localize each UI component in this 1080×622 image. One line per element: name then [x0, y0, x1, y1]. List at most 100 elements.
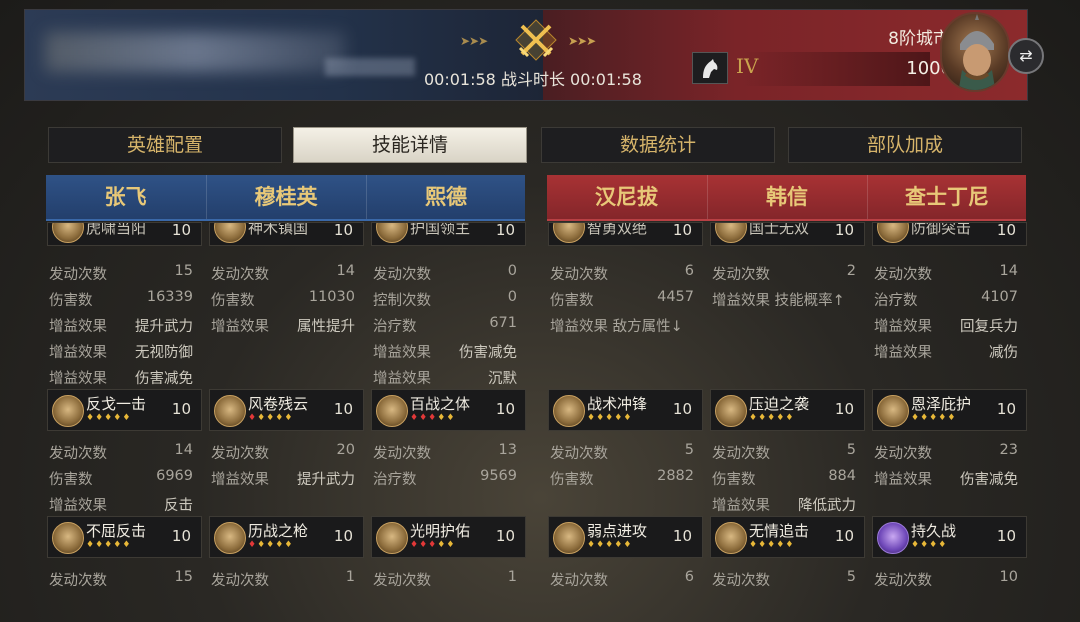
stat-label: 发动次数 — [550, 446, 608, 462]
stat-row: 发动次数 5 — [712, 565, 856, 591]
hero-name[interactable]: 穆桂英 — [206, 175, 365, 219]
skill-card[interactable]: 国士无双 10 — [710, 222, 865, 246]
skill-name: 压迫之袭 — [749, 395, 810, 413]
skill-card[interactable]: 神木镇国 10 — [209, 222, 364, 246]
gold-star-icon: ♦ — [446, 413, 456, 423]
skill-name: 无情追击 — [749, 522, 810, 540]
stat-value: 15 — [174, 263, 193, 279]
enemy-rank: IV — [736, 54, 759, 78]
stat-label: 发动次数 — [211, 573, 269, 589]
skill-stars: ♦♦♦♦ — [911, 540, 947, 550]
stat-label: 增益效果 — [373, 371, 431, 387]
tab-data-stats[interactable]: 数据统计 — [541, 127, 775, 163]
gold-star-icon: ♦ — [614, 540, 624, 550]
skill-card[interactable]: 持久战 10 ♦♦♦♦ — [872, 516, 1027, 558]
skill-name: 反戈一击 — [86, 395, 147, 413]
skill-card[interactable]: 虎啸当阳 10 — [47, 222, 202, 246]
stat-label: 伤害数 — [211, 293, 255, 309]
skill-level: 10 — [996, 400, 1016, 418]
skill-icon — [376, 522, 408, 554]
skill-stars: ♦♦♦♦♦ — [410, 540, 455, 550]
stat-label: 伤害数 — [49, 472, 93, 488]
hero-name[interactable]: 查士丁尼 — [867, 175, 1026, 219]
skill-name: 智勇双绝 — [587, 222, 648, 237]
skill-level: 10 — [834, 222, 854, 239]
stat-label: 增益效果 — [211, 319, 269, 335]
skill-icon — [52, 223, 84, 243]
stat-value: 无视防御 — [135, 345, 193, 361]
stat-value: 15 — [174, 569, 193, 585]
stat-value: 1 — [345, 569, 355, 585]
skill-stars: ♦♦♦♦♦ — [911, 413, 956, 423]
skill-card[interactable]: 压迫之袭 10 ♦♦♦♦♦ — [710, 389, 865, 431]
skill-name: 恩泽庇护 — [911, 395, 972, 413]
skill-icon — [715, 395, 747, 427]
skill-card[interactable]: 无情追击 10 ♦♦♦♦♦ — [710, 516, 865, 558]
stat-label: 发动次数 — [712, 573, 770, 589]
skill-stars: ♦♦♦♦♦ — [749, 540, 794, 550]
skill-level: 10 — [333, 400, 353, 418]
skill-stars: ♦♦♦♦♦ — [248, 413, 293, 423]
stat-label: 增益效果 — [49, 498, 107, 514]
stat-value: 4107 — [981, 289, 1018, 305]
stat-row: 发动次数 15 — [49, 259, 193, 285]
skill-level: 10 — [171, 222, 191, 239]
skill-card[interactable]: 历战之枪 10 ♦♦♦♦♦ — [209, 516, 364, 558]
skill-card[interactable]: 风卷残云 10 ♦♦♦♦♦ — [209, 389, 364, 431]
stat-row: 增益效果 沉默 — [373, 363, 517, 389]
stat-label: 发动次数 — [211, 267, 269, 283]
red-star-icon: ♦ — [410, 540, 420, 550]
skill-stars: ♦♦♦♦♦ — [749, 413, 794, 423]
skill-card[interactable]: 护国领主 10 — [371, 222, 526, 246]
gold-star-icon: ♦ — [749, 413, 759, 423]
stat-row: 发动次数 15 — [49, 565, 193, 591]
stat-row: 增益效果 回复兵力 — [874, 311, 1018, 337]
skill-card[interactable]: 恩泽庇护 10 ♦♦♦♦♦ — [872, 389, 1027, 431]
skill-stars: ♦♦♦♦♦ — [587, 413, 632, 423]
skill-card[interactable]: 反戈一击 10 ♦♦♦♦♦ — [47, 389, 202, 431]
skill-name: 持久战 — [911, 522, 957, 540]
stat-label: 增益效果 敌方属性↓ — [550, 319, 683, 335]
stat-row: 伤害数 11030 — [211, 285, 355, 311]
skill-level: 10 — [495, 400, 515, 418]
stat-label: 治疗数 — [874, 293, 918, 309]
stat-value: 14 — [336, 263, 355, 279]
gold-star-icon: ♦ — [437, 413, 447, 423]
gold-star-icon: ♦ — [776, 540, 786, 550]
skill-card[interactable]: 防御突击 10 — [872, 222, 1027, 246]
gold-star-icon: ♦ — [776, 413, 786, 423]
tab-bar: 英雄配置 技能详情 数据统计 部队加成 — [48, 127, 1024, 163]
stat-row: 增益效果 技能概率↑ — [712, 285, 856, 311]
skill-card[interactable]: 不屈反击 10 ♦♦♦♦♦ — [47, 516, 202, 558]
stat-value: 5 — [846, 442, 856, 458]
hero-name[interactable]: 张飞 — [46, 175, 205, 219]
stat-label: 伤害数 — [49, 293, 93, 309]
hero-name[interactable]: 熙德 — [366, 175, 525, 219]
stat-row: 发动次数 1 — [211, 565, 355, 591]
skill-card[interactable]: 智勇双绝 10 — [548, 222, 703, 246]
skill-card[interactable]: 光明护佑 10 ♦♦♦♦♦ — [371, 516, 526, 558]
stat-row: 增益效果 提升武力 — [49, 311, 193, 337]
stat-row: 伤害数 884 — [712, 464, 856, 490]
hero-name[interactable]: 韩信 — [707, 175, 866, 219]
stat-row: 伤害数 2882 — [550, 464, 694, 490]
gold-star-icon: ♦ — [122, 540, 132, 550]
stat-row: 增益效果 敌方属性↓ — [550, 311, 694, 337]
tab-skill-details[interactable]: 技能详情 — [293, 127, 527, 163]
arrows-right-icon: ➤➤➤ — [568, 34, 596, 48]
stat-label: 发动次数 — [712, 446, 770, 462]
skill-card[interactable]: 百战之体 10 ♦♦♦♦♦ — [371, 389, 526, 431]
hero-name[interactable]: 汉尼拔 — [547, 175, 706, 219]
skill-level: 10 — [495, 527, 515, 545]
tab-troop-bonus[interactable]: 部队加成 — [788, 127, 1022, 163]
skill-card[interactable]: 战术冲锋 10 ♦♦♦♦♦ — [548, 389, 703, 431]
stat-row: 发动次数 10 — [874, 565, 1018, 591]
gold-star-icon: ♦ — [623, 540, 633, 550]
gold-star-icon: ♦ — [266, 540, 276, 550]
stat-label: 发动次数 — [712, 267, 770, 283]
tab-hero-config[interactable]: 英雄配置 — [48, 127, 282, 163]
swap-sides-button[interactable]: ⇄ — [1008, 38, 1044, 74]
skill-card[interactable]: 弱点进攻 10 ♦♦♦♦♦ — [548, 516, 703, 558]
gold-star-icon: ♦ — [911, 540, 921, 550]
stat-row: 增益效果 提升武力 — [211, 464, 355, 490]
